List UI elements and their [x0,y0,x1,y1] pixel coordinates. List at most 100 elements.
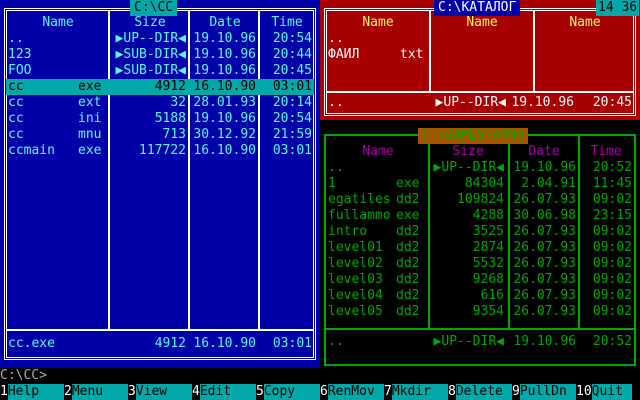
file-ext [396,160,424,176]
fkey-help[interactable]: 1Help [0,384,64,400]
file-time: 11:45 [592,176,632,191]
left-panel-path[interactable]: C:\CC [130,0,178,16]
file-date: 26.07.93 [513,224,576,239]
file-row[interactable]: fullammo exe 4288 30.06.98 23:15 [320,208,640,224]
fkey-renmov[interactable]: 6RenMov [320,384,384,400]
fkey-pulldn[interactable]: 9PullDn [512,384,576,400]
function-key-bar: 1Help 2Menu 3View 4Edit 5Copy 6RenMov 7Mkdir 8D… [0,384,640,400]
file-name: FOO [8,63,32,78]
file-ext: exe [396,208,420,223]
file-date: 26.07.93 [513,304,576,319]
fkey-number: 10 [576,384,592,399]
command-prompt[interactable]: C:\CC> [0,368,640,384]
column-header-name: Name [362,144,394,159]
right-file-panel[interactable]: C:\GAMES\AMMO Name Size Date Time .. ▶UP--DI… [320,128,640,368]
fkey-view[interactable]: 3View [128,384,192,400]
file-date: 28.01.93 [193,95,256,110]
right-top-panel-path[interactable]: C:\КАТАЛОГ [434,0,521,16]
file-size: ▶SUB-DIR◀ [115,47,186,62]
file-name: fullammo [328,208,391,223]
file-size: ▶UP--DIR◀ [433,160,504,175]
fkey-label: Copy [263,384,320,400]
fkey-number: 5 [256,384,264,399]
fkey-number: 8 [448,384,456,399]
file-ext: dd2 [396,288,420,303]
fkey-label: Mkdir [391,384,448,400]
file-row[interactable]: ФАЙЛ txt [320,47,430,63]
right-brief-panel[interactable]: C:\КАТАЛОГ 14 36 Name Name Name .. ФАЙЛ txt … [320,0,640,120]
file-name: level04 [328,288,383,303]
footer-file-size: ▶UP--DIR◀ [433,334,504,349]
fkey-mkdir[interactable]: 7Mkdir [384,384,448,400]
fkey-menu[interactable]: 2Menu [64,384,128,400]
footer-file-time: 20:45 [592,95,632,110]
column-header-size: Size [452,144,484,159]
fkey-label: PullDn [519,384,576,400]
file-name: cc [8,127,24,142]
file-time: 09:02 [592,192,632,207]
file-row[interactable]: ccmain exe 117722 16.10.90 03:01 [0,143,320,159]
file-row[interactable]: level03 dd2 9268 26.07.93 09:02 [320,272,640,288]
file-row[interactable]: level05 dd2 9354 26.07.93 09:02 [320,304,640,320]
file-row[interactable]: .. [320,31,430,47]
file-row[interactable]: cc exe 4912 16.10.90 03:01 [0,79,320,95]
file-row[interactable]: 123 ▶SUB-DIR◀ 19.10.96 20:44 [0,47,320,63]
fkey-label: RenMov [327,384,384,400]
file-ext [78,63,106,79]
file-size: 9268 [472,272,504,287]
fkey-edit[interactable]: 4Edit [192,384,256,400]
file-row[interactable]: intro dd2 3525 26.07.93 09:02 [320,224,640,240]
file-ext [78,47,106,63]
fkey-label: Help [7,384,64,400]
file-date: 19.10.96 [193,47,256,62]
file-name: .. [328,160,344,175]
file-name: .. [8,31,24,46]
footer-file-time: 03:01 [272,336,312,351]
fkey-number: 6 [320,384,328,399]
file-row[interactable]: 1 exe 84304 2.04.91 11:45 [320,176,640,192]
file-date: 26.07.93 [513,288,576,303]
file-row[interactable]: cc ini 5188 19.10.96 20:54 [0,111,320,127]
file-size: 32 [170,95,186,110]
fkey-quit[interactable]: 10Quit [576,384,632,400]
file-ext: dd2 [396,224,420,239]
footer-file-size: ▶UP--DIR◀ [435,95,506,110]
file-ext: dd2 [396,304,420,319]
file-size: 5188 [154,111,186,126]
file-row[interactable]: .. ▶UP--DIR◀ 19.10.96 20:52 [320,160,640,176]
file-size: 713 [162,127,186,142]
file-row[interactable]: level01 dd2 2874 26.07.93 09:02 [320,240,640,256]
file-size: 117722 [139,143,186,158]
footer-file-name: .. [328,334,344,349]
footer-file-size: 4912 [154,336,186,351]
fkey-copy[interactable]: 5Copy [256,384,320,400]
column-header-size: Size [134,15,166,30]
file-row[interactable]: level02 dd2 5532 26.07.93 09:02 [320,256,640,272]
file-name: level01 [328,240,383,255]
file-date: 26.07.93 [513,256,576,271]
file-row[interactable]: FOO ▶SUB-DIR◀ 19.10.96 20:45 [0,63,320,79]
file-row[interactable]: cc ext 32 28.01.93 20:14 [0,95,320,111]
file-time: 21:59 [272,127,312,142]
file-name: ФАЙЛ [328,47,360,62]
file-date: 30.12.92 [193,127,256,142]
file-row[interactable]: level04 dd2 616 26.07.93 09:02 [320,288,640,304]
fkey-label: Delete [455,384,512,400]
file-row[interactable]: cc mnu 713 30.12.92 21:59 [0,127,320,143]
file-date: 26.07.93 [513,240,576,255]
right-bottom-panel-path[interactable]: C:\GAMES\AMMO [418,128,528,144]
fkey-label: Edit [199,384,256,400]
file-row[interactable]: egatiles dd2 109824 26.07.93 09:02 [320,192,640,208]
file-time: 20:54 [272,31,312,46]
column-header-date: Date [209,15,241,30]
fkey-delete[interactable]: 8Delete [448,384,512,400]
file-date: 16.10.90 [193,143,256,158]
file-size: 5532 [472,256,504,271]
file-size: ▶UP--DIR◀ [115,31,186,46]
file-name: .. [328,31,344,46]
fkey-label: View [135,384,192,400]
file-row[interactable]: .. ▶UP--DIR◀ 19.10.96 20:54 [0,31,320,47]
file-time: 09:02 [592,224,632,239]
left-file-panel[interactable]: C:\CC Name Size Date Time .. ▶UP--DIR◀ 19.10.… [0,0,320,368]
fkey-number: 9 [512,384,520,399]
